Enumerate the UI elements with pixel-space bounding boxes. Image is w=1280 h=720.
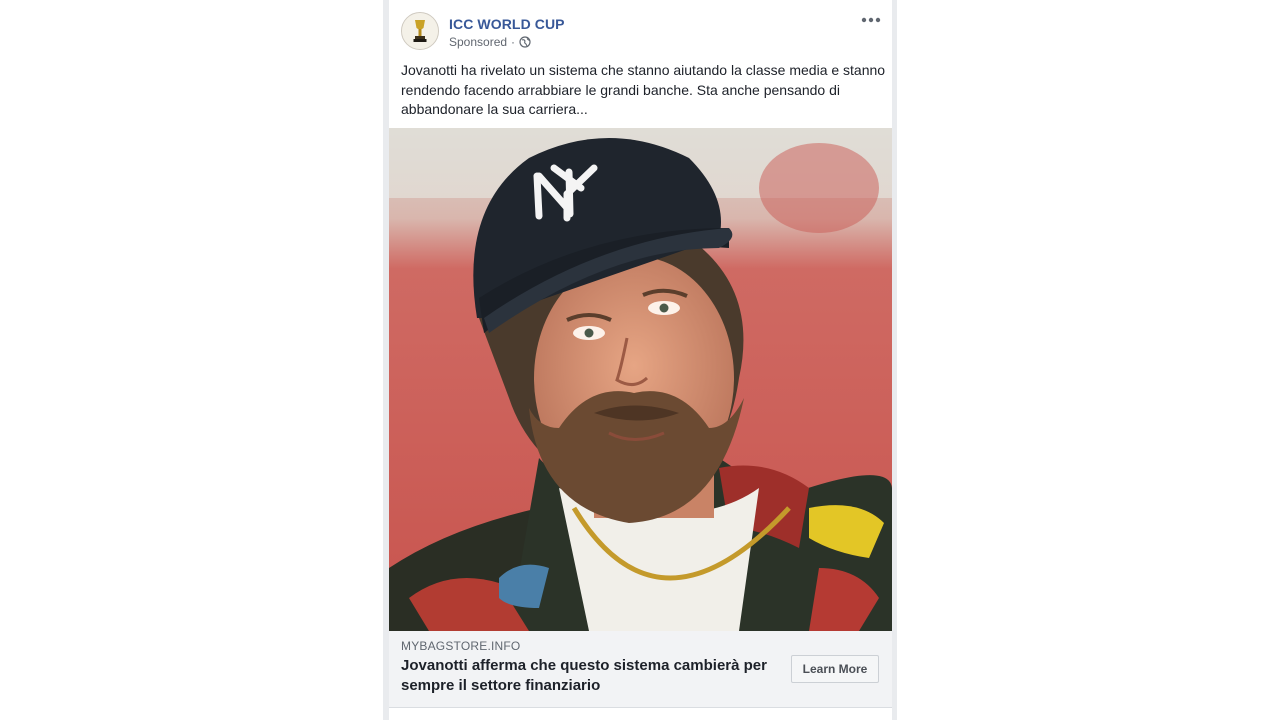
post-body-text: Jovanotti ha rivelato un sistema che sta… (401, 62, 886, 117)
link-domain: MYBAGSTORE.INFO (401, 639, 521, 653)
portrait-illustration (389, 128, 892, 631)
link-preview[interactable]: MYBAGSTORE.INFO Jovanotti afferma che qu… (389, 631, 892, 708)
post-image[interactable] (389, 128, 892, 631)
globe-icon[interactable] (519, 36, 531, 48)
page-avatar[interactable] (401, 12, 439, 50)
link-headline[interactable]: Jovanotti afferma che questo sistema cam… (401, 656, 786, 696)
sponsored-label[interactable]: Sponsored (449, 35, 507, 49)
learn-more-button[interactable]: Learn More (791, 655, 879, 683)
page: ICC WORLD CUP Sponsored · Jovanotti ha r… (0, 0, 1280, 720)
post-footer-edge (389, 708, 892, 720)
more-options-icon[interactable] (859, 10, 883, 30)
post-meta: Sponsored · (449, 35, 531, 49)
trophy-icon (402, 13, 438, 49)
page-name-link[interactable]: ICC WORLD CUP (449, 16, 565, 32)
meta-separator: · (511, 35, 516, 49)
post-header: ICC WORLD CUP Sponsored · (389, 0, 892, 60)
sponsored-post: ICC WORLD CUP Sponsored · Jovanotti ha r… (389, 0, 892, 720)
